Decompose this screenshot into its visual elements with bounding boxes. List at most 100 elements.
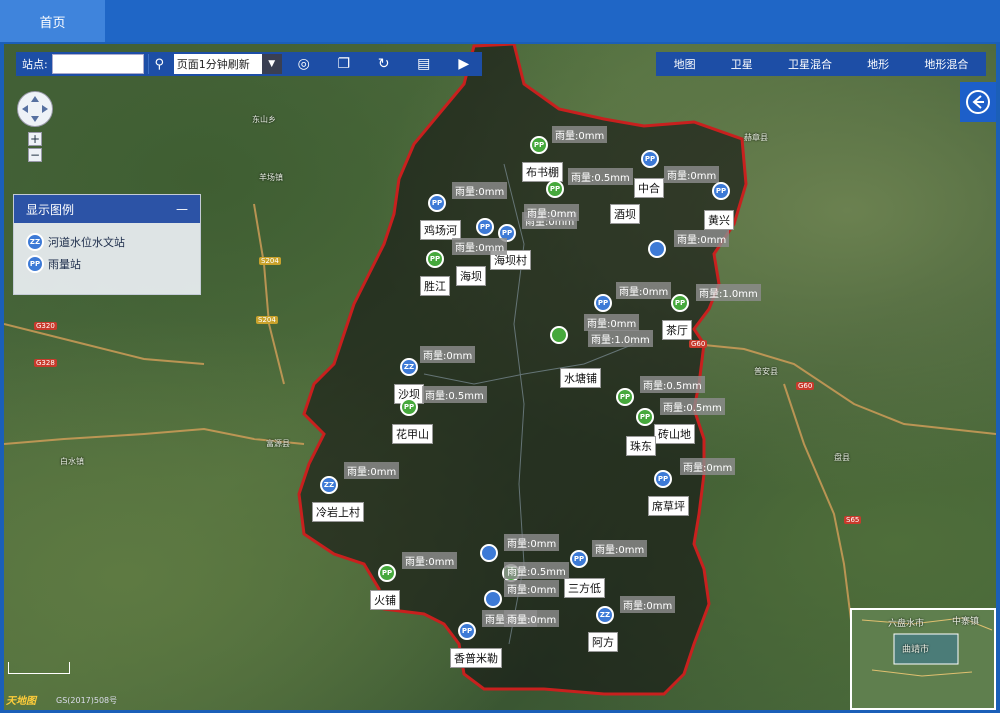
station-name[interactable]: 中合 (634, 178, 664, 198)
station-name[interactable]: 茶厅 (662, 320, 692, 340)
locate-icon[interactable]: ◎ (286, 54, 322, 74)
layer-map[interactable]: 地图 (674, 56, 696, 72)
water-station-marker[interactable]: ZZ (320, 476, 338, 494)
station-name[interactable]: 布书棚 (522, 162, 563, 182)
rain-label: 雨量:0mm (402, 552, 458, 569)
road-shield: S65 (844, 516, 862, 524)
refresh-select-value: 页面1分钟刷新 (176, 58, 250, 71)
rain-label: 雨量:0mm (524, 204, 580, 221)
road-shield: S204 (259, 257, 281, 265)
rain-label: 雨量:0mm (452, 182, 508, 199)
rain-station-marker[interactable]: PP (426, 250, 444, 268)
place-label: 东山乡 (252, 115, 276, 124)
map-view[interactable]: 站点: ⚲ 页面1分钟刷新 ▼ ◎ ❐ ↻ ▤ ▶ 地图 卫星 卫星混合 地形 … (4, 44, 996, 710)
rain-label: 雨量:0mm (504, 610, 560, 627)
station-name[interactable]: 酒坝 (610, 204, 640, 224)
rain-label: 雨量:0mm (504, 534, 560, 551)
rain-station-marker[interactable]: PP (636, 408, 654, 426)
rain-label: 雨量:0mm (504, 580, 560, 597)
rain-station-marker[interactable]: PP (641, 150, 659, 168)
rain-station-marker[interactable]: PP (400, 398, 418, 416)
station-name[interactable]: 冷岩上村 (312, 502, 364, 522)
layer-satellite-hybrid[interactable]: 卫星混合 (788, 56, 832, 72)
measure-icon[interactable]: ↻ (366, 54, 402, 74)
station-name[interactable]: 鸡场河 (420, 220, 461, 240)
overview-minimap[interactable]: 六盘水市 曲靖市 中寨镇 (850, 608, 996, 710)
rain-station-marker[interactable] (648, 240, 666, 258)
layer-satellite[interactable]: 卫星 (731, 56, 753, 72)
rain-label: 雨量:0mm (592, 540, 648, 557)
back-button[interactable] (960, 82, 996, 122)
road-shield: G60 (796, 382, 815, 390)
rain-station-marker[interactable]: PP (378, 564, 396, 582)
rain-station-marker[interactable]: PP (530, 136, 548, 154)
copy-icon[interactable]: ❐ (326, 54, 362, 74)
rain-label: 雨量:0.5mm (568, 168, 633, 185)
layer-terrain-hybrid[interactable]: 地形混合 (924, 56, 968, 72)
legend-title: 显示图例 (26, 202, 75, 217)
rain-station-marker[interactable]: PP (476, 218, 494, 236)
save-icon[interactable]: ▤ (406, 54, 442, 74)
rain-label: 雨量:0mm (616, 282, 672, 299)
station-name[interactable]: 席草坪 (648, 496, 689, 516)
legend-header: 显示图例 — (14, 195, 200, 223)
map-credit: GS(2017)508号 (56, 696, 118, 705)
rain-label: 雨量:0.5mm (422, 386, 487, 403)
legend-panel: 显示图例 — ZZ 河道水位水文站 PP 雨量站 (13, 194, 201, 295)
arrow-left-icon (966, 90, 990, 114)
rain-station-marker[interactable]: PP (458, 622, 476, 640)
station-name[interactable]: 阿方 (588, 632, 618, 652)
chevron-down-icon[interactable]: ▼ (261, 54, 282, 74)
road-shield: G60 (689, 340, 708, 348)
rain-station-marker[interactable]: PP (671, 294, 689, 312)
place-label: 赫章县 (744, 133, 768, 142)
rain-label: 雨量:0mm (552, 126, 608, 143)
station-search-input[interactable] (51, 54, 144, 74)
station-name[interactable]: 火铺 (370, 590, 400, 610)
rain-label: 雨量:0.5mm (660, 398, 725, 415)
legend-collapse-button[interactable]: — (176, 202, 188, 216)
search-icon[interactable]: ⚲ (147, 54, 170, 74)
refresh-select[interactable]: 页面1分钟刷新 ▼ (173, 54, 282, 74)
rain-station-marker[interactable]: PP (570, 550, 588, 568)
zoom-out-button[interactable]: − (28, 148, 42, 162)
place-label: 羊场镇 (259, 173, 283, 182)
rain-label: 雨量:0mm (674, 230, 730, 247)
rain-station-marker[interactable]: PP (712, 182, 730, 200)
rain-station-icon: PP (26, 255, 44, 273)
legend-item: ZZ 河道水位水文站 (14, 223, 200, 251)
rain-label: 雨量:0mm (620, 596, 676, 613)
place-label: 普安县 (754, 367, 778, 376)
zoom-in-button[interactable]: + (28, 132, 42, 146)
road-shield: G320 (34, 322, 57, 330)
place-label: 盘县 (834, 453, 850, 462)
station-name[interactable]: 水塘铺 (560, 368, 601, 388)
search-toolbar: 站点: ⚲ 页面1分钟刷新 ▼ ◎ ❐ ↻ ▤ ▶ (16, 52, 482, 76)
rain-station-marker[interactable]: PP (616, 388, 634, 406)
rain-station-marker[interactable] (550, 326, 568, 344)
rain-label: 雨量:0mm (344, 462, 400, 479)
station-name[interactable]: 花甲山 (392, 424, 433, 444)
rain-station-marker[interactable] (480, 544, 498, 562)
home-tab[interactable]: 首页 (0, 0, 105, 42)
water-station-marker[interactable]: ZZ (400, 358, 418, 376)
station-name[interactable]: 香普米勒 (450, 648, 502, 668)
water-station-marker[interactable]: ZZ (596, 606, 614, 624)
rain-station-marker[interactable]: PP (594, 294, 612, 312)
rain-label: 雨量:1.0mm (588, 330, 653, 347)
station-name[interactable]: 胜江 (420, 276, 450, 296)
pan-control[interactable] (17, 91, 53, 127)
station-name[interactable]: 海坝 (456, 266, 486, 286)
legend-item-label: 河道水位水文站 (48, 236, 125, 249)
station-name[interactable]: 砖山地 (654, 424, 695, 444)
rain-station-marker[interactable] (484, 590, 502, 608)
rain-station-marker[interactable]: PP (654, 470, 672, 488)
rain-station-marker[interactable]: PP (428, 194, 446, 212)
rain-label: 雨量:0mm (584, 314, 640, 331)
station-name[interactable]: 三方低 (564, 578, 605, 598)
station-name[interactable]: 黄兴 (704, 210, 734, 230)
play-icon[interactable]: ▶ (446, 54, 482, 74)
station-name[interactable]: 珠东 (626, 436, 656, 456)
layer-terrain[interactable]: 地形 (867, 56, 889, 72)
rain-station-marker[interactable]: PP (546, 180, 564, 198)
